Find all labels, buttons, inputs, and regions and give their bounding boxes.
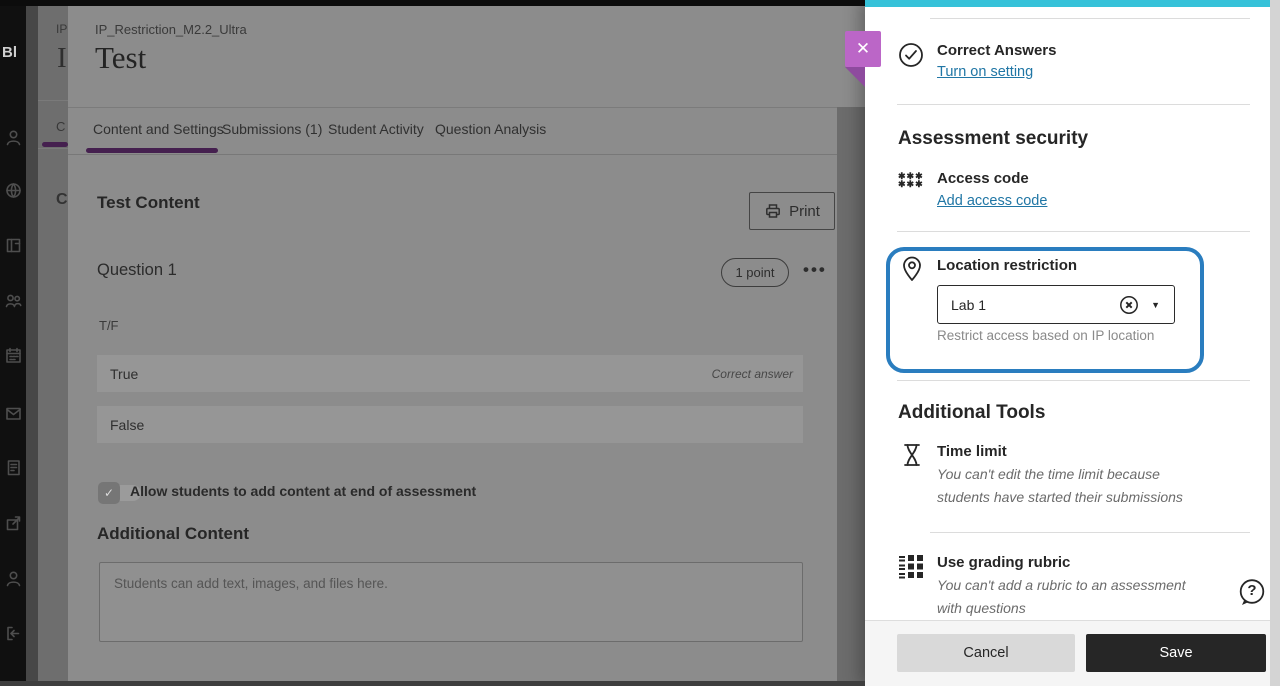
location-selected-value: Lab 1 [951,296,987,313]
section-divider [897,380,1250,381]
additional-tools-heading: Additional Tools [898,402,1046,423]
window-edge-bottom [0,681,865,686]
dim-gutter [26,0,38,686]
time-limit-note: You can't edit the time limit because [937,466,1160,482]
grades-icon[interactable] [4,458,23,477]
more-options-icon[interactable]: ••• [803,260,827,280]
location-restriction-title: Location restriction [937,257,1078,274]
save-button[interactable]: Save [1086,634,1266,672]
time-limit-title: Time limit [937,443,1007,460]
question-heading: Question 1 [97,261,177,279]
panel-footer: Cancel Save [865,620,1270,686]
ghost-tab-underline [42,142,68,147]
correct-answer-note: Correct answer [711,366,793,381]
additional-content-editor[interactable]: Students can add text, images, and files… [99,562,803,642]
access-code-title: Access code [937,170,1029,187]
help-button[interactable]: ? [1237,578,1268,609]
close-panel-button[interactable]: ✕ [845,31,881,67]
additional-content-heading: Additional Content [97,524,250,543]
location-pin-icon [901,256,923,282]
cancel-button[interactable]: Cancel [897,634,1075,672]
settings-panel: Correct Answers Turn on setting Assessme… [865,0,1270,686]
assessment-security-heading: Assessment security [898,128,1089,149]
tab-submissions[interactable]: Submissions (1) [222,121,322,137]
chevron-down-icon[interactable]: ▼ [1151,300,1160,310]
tab-student-activity[interactable]: Student Activity [328,121,424,137]
toggle-check-icon: ✓ [98,482,120,504]
location-select[interactable]: Lab 1 ▼ [937,285,1175,324]
turn-on-setting-link[interactable]: Turn on setting [937,64,1033,80]
content-heading: Test Content [97,193,200,212]
profile-secondary-icon[interactable] [4,569,23,588]
activity-stream-icon[interactable] [4,181,23,200]
answer-row-false: False [97,406,803,443]
location-helper-text: Restrict access based on IP location [937,328,1155,343]
printer-icon [764,202,782,220]
ghost-breadcrumb: IP [56,22,68,36]
answer-label: True [110,365,139,382]
panel-accent-bar [865,0,1270,7]
time-limit-note: students have started their submissions [937,489,1183,505]
answer-label: False [110,416,145,433]
profile-icon[interactable] [4,128,23,147]
question-stem: T/F [99,318,119,333]
header-divider [68,107,837,108]
section-divider [897,231,1250,232]
tools-icon[interactable] [4,514,23,533]
add-access-code-link[interactable]: Add access code [937,193,1047,209]
access-code-icon: ✱✱✱ ✱✱✱ [898,171,924,189]
screen: Bl IP I C C IP_Restriction_M2.2_Ultra Te… [0,0,1280,686]
editor-placeholder: Students can add text, images, and files… [114,576,388,591]
print-button[interactable]: Print [749,192,835,230]
answer-row-true: True Correct answer [97,355,803,392]
section-divider [930,532,1250,533]
print-label: Print [789,202,820,220]
tab-content-and-settings[interactable]: Content and Settings [93,121,224,137]
ghost-divider-2 [38,148,68,149]
section-divider [930,18,1250,19]
ghost-tab: C [56,119,66,134]
grading-rubric-icon [899,555,925,579]
tabs-divider [68,154,837,155]
active-tab-underline [86,148,218,153]
ghost-content-heading: C [56,191,68,208]
toggle-label: Allow students to add content at end of … [130,483,477,499]
correct-answers-title: Correct Answers [937,42,1057,59]
grading-rubric-note: You can't add a rubric to an assessment [937,577,1186,593]
window-edge-top [0,0,865,6]
ghost-title: I [57,42,67,74]
ghost-divider [38,100,68,101]
dimmed-page-backdrop: IP I C C [38,0,68,686]
points-badge[interactable]: 1 point [721,258,789,287]
courses-icon[interactable] [4,236,23,255]
messages-icon[interactable] [4,404,23,423]
question-mark-icon: ? [1247,582,1257,599]
hourglass-icon [901,443,923,467]
grading-rubric-title: Use grading rubric [937,554,1071,571]
page-title: Test [95,40,147,75]
organizations-icon[interactable] [4,291,23,310]
sign-out-icon[interactable] [4,624,23,643]
tab-question-analysis[interactable]: Question Analysis [435,121,546,137]
section-divider [897,104,1250,105]
correct-answers-icon [898,42,924,68]
scrollbar-track[interactable] [1270,0,1280,686]
left-nav: Bl [0,0,26,686]
clear-selection-icon[interactable] [1119,295,1139,315]
breadcrumb: IP_Restriction_M2.2_Ultra [95,22,247,37]
calendar-icon[interactable] [4,346,23,365]
grading-rubric-note: with questions [937,600,1026,616]
blackboard-logo: Bl [2,44,17,61]
test-page-card: IP_Restriction_M2.2_Ultra Test Content a… [68,6,837,686]
